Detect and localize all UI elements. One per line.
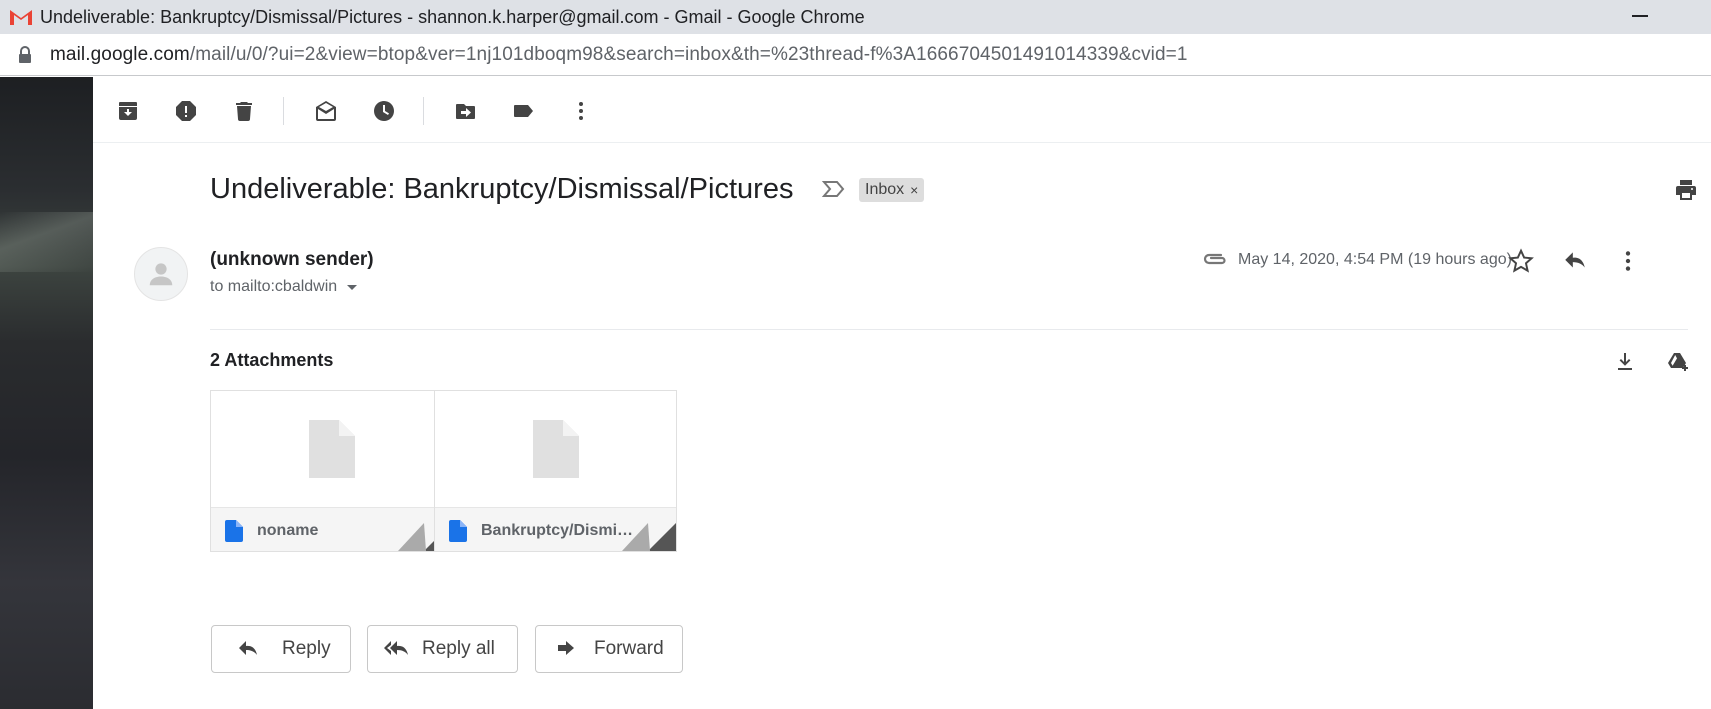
reply-all-label: Reply all [422, 638, 495, 659]
document-icon [449, 519, 467, 542]
mark-unread-icon [316, 101, 336, 121]
more-options-button[interactable] [563, 93, 599, 129]
reply-button[interactable]: Reply [211, 625, 351, 673]
mark-unread-button[interactable] [308, 93, 344, 129]
sender-name[interactable]: (unknown sender) [210, 249, 374, 271]
address-bar[interactable]: mail.google.com/mail/u/0/?ui=2&view=btop… [0, 34, 1711, 76]
label-name: Inbox [865, 181, 905, 198]
forward-icon [558, 641, 574, 655]
report-spam-button[interactable] [168, 93, 204, 129]
chevron-down-icon[interactable] [347, 284, 358, 290]
delete-button[interactable] [226, 93, 262, 129]
star-button[interactable] [1505, 245, 1537, 277]
attachment-preview [435, 391, 676, 507]
more-vert-icon [1625, 251, 1631, 271]
forward-button[interactable]: Forward [535, 625, 683, 673]
page-fold-icon [622, 523, 676, 551]
attachments-title: 2 Attachments [210, 350, 334, 370]
importance-marker-icon[interactable] [821, 178, 847, 200]
reply-all-icon [384, 641, 408, 655]
file-icon [308, 420, 355, 478]
drive-add-icon [1668, 353, 1688, 371]
attachment-name: Bankruptcy/Dismissal/Pictures [481, 521, 636, 539]
reply-all-button[interactable]: Reply all [367, 625, 518, 673]
attachment-preview [211, 391, 452, 507]
forward-label: Forward [594, 638, 664, 659]
snooze-icon [374, 101, 394, 121]
email-view: Undeliverable: Bankruptcy/Dismissal/Pict… [93, 77, 1711, 709]
attachment-clip-icon [1203, 253, 1226, 265]
window-title: Undeliverable: Bankruptcy/Dismissal/Pict… [40, 6, 865, 27]
save-to-drive-button[interactable] [1663, 347, 1693, 377]
archive-icon [119, 102, 137, 120]
gmail-logo-icon [10, 10, 32, 25]
background-strip [0, 77, 93, 709]
person-icon [149, 263, 173, 286]
email-date: May 14, 2020, 4:54 PM (19 hours ago) [1238, 251, 1512, 268]
document-icon [225, 519, 243, 542]
recipient-line[interactable]: to mailto:cbaldwin [210, 278, 358, 296]
url-text[interactable]: mail.google.com/mail/u/0/?ui=2&view=btop… [50, 44, 1188, 66]
toolbar-divider [283, 97, 284, 125]
email-toolbar [93, 77, 1711, 143]
reply-icon [1565, 252, 1585, 268]
label-icon [514, 105, 533, 117]
sender-avatar [134, 247, 188, 301]
attachments-divider [210, 329, 1688, 330]
toolbar-divider [423, 97, 424, 125]
remove-label-button[interactable]: × [910, 182, 918, 198]
file-icon [532, 420, 579, 478]
snooze-button[interactable] [366, 93, 402, 129]
print-all-button[interactable] [1671, 175, 1701, 205]
lock-icon [19, 45, 31, 63]
star-icon [1508, 248, 1534, 273]
archive-button[interactable] [110, 93, 146, 129]
reply-label: Reply [282, 638, 331, 659]
reply-icon-button[interactable] [1559, 245, 1591, 277]
label-button[interactable] [506, 93, 542, 129]
download-icon [1618, 353, 1632, 370]
attachment-name: noname [257, 521, 319, 539]
minimize-button[interactable] [1625, 4, 1655, 28]
recipient-text: to mailto:cbaldwin [210, 278, 338, 295]
attachment-card[interactable]: Bankruptcy/Dismissal/Pictures [434, 390, 677, 552]
attachment-card[interactable]: noname [210, 390, 453, 552]
move-to-icon [456, 104, 475, 119]
delete-icon [236, 102, 252, 121]
more-vert-icon [579, 102, 583, 120]
reply-icon [239, 641, 257, 655]
message-more-button[interactable] [1612, 245, 1644, 277]
move-to-button[interactable] [448, 93, 484, 129]
report-spam-icon [176, 101, 196, 121]
email-subject: Undeliverable: Bankruptcy/Dismissal/Pict… [210, 173, 794, 205]
inbox-label-chip: Inbox × [859, 178, 925, 202]
print-icon [1676, 180, 1696, 200]
download-all-button[interactable] [1610, 347, 1640, 377]
window-titlebar: Undeliverable: Bankruptcy/Dismissal/Pict… [0, 0, 1711, 34]
